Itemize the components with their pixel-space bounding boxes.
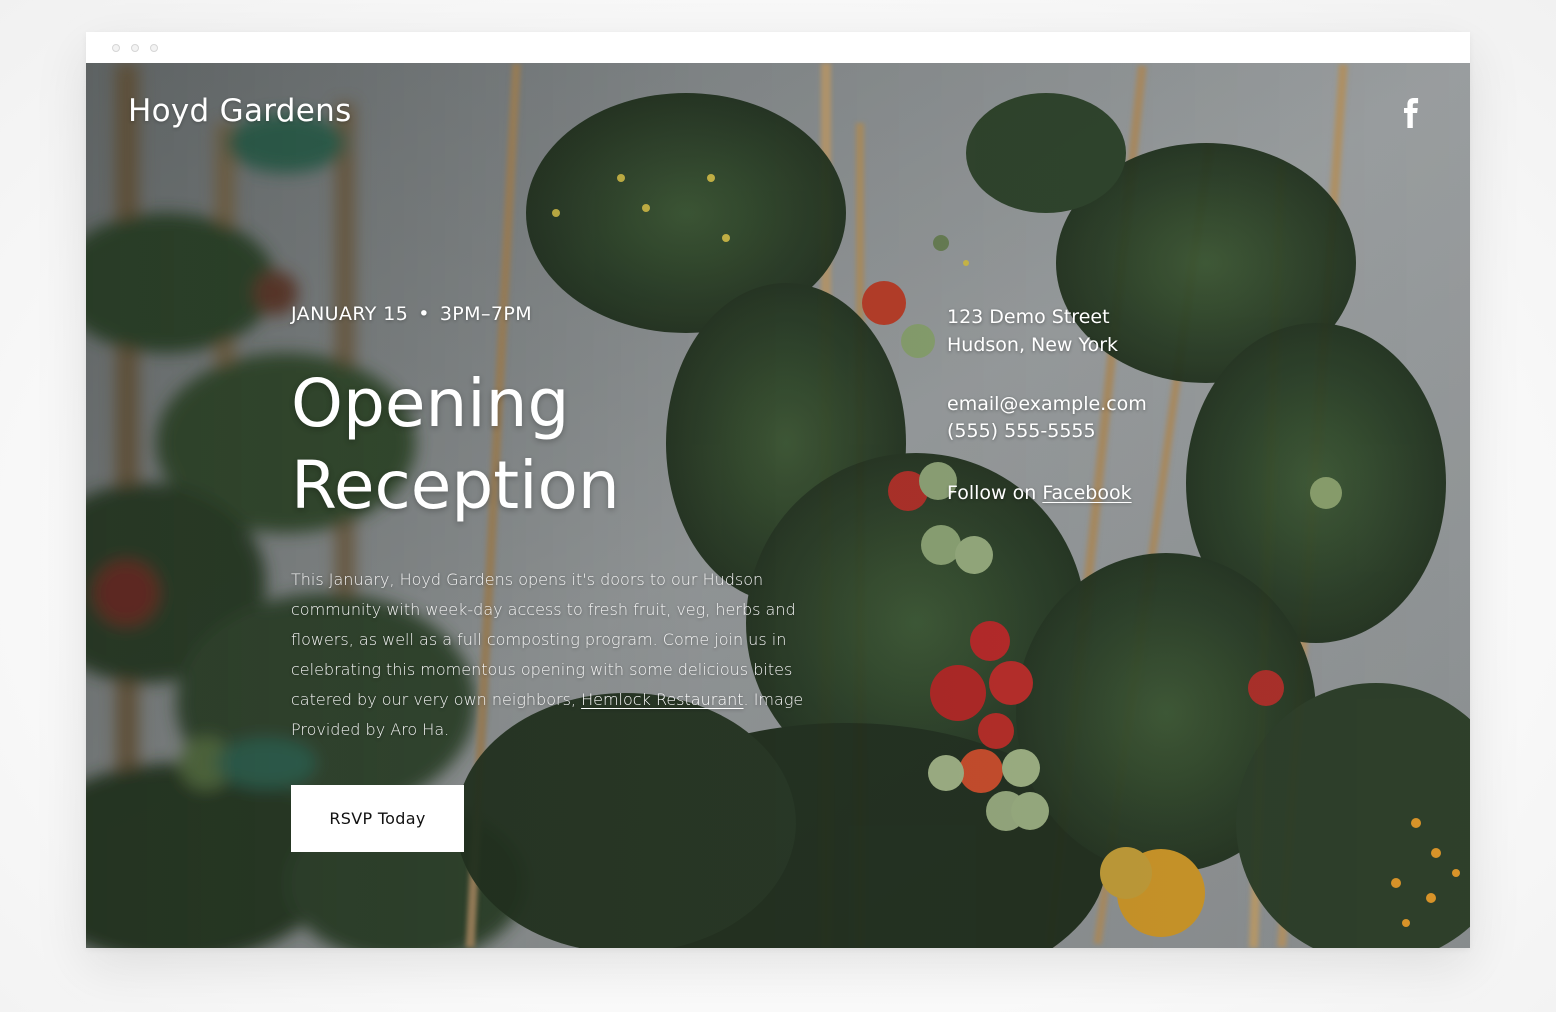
event-description: This January, Hoyd Gardens opens it's do… bbox=[291, 565, 819, 745]
contact-methods: email@example.com (555) 555-5555 bbox=[947, 391, 1307, 445]
description-text: This January, Hoyd Gardens opens it's do… bbox=[291, 570, 796, 709]
event-date: JANUARY 15 bbox=[291, 303, 409, 325]
page-background: Hoyd Gardens JANUARY 15 • 3PM–7PM Opening … bbox=[0, 0, 1556, 1012]
event-details: JANUARY 15 • 3PM–7PM Opening Reception Thi… bbox=[291, 303, 831, 852]
hemlock-restaurant-link[interactable]: Hemlock Restaurant bbox=[581, 690, 743, 709]
window-dot-icon bbox=[112, 44, 120, 52]
event-title-line-1: Opening bbox=[291, 365, 570, 442]
follow-line: Follow on Facebook bbox=[947, 479, 1307, 507]
hero-section: Hoyd Gardens JANUARY 15 • 3PM–7PM Opening … bbox=[86, 63, 1470, 948]
window-dot-icon bbox=[150, 44, 158, 52]
date-separator: • bbox=[418, 303, 430, 325]
site-title[interactable]: Hoyd Gardens bbox=[128, 93, 352, 129]
event-title-line-2: Reception bbox=[291, 447, 620, 524]
follow-prefix: Follow on bbox=[947, 482, 1043, 504]
facebook-icon[interactable] bbox=[1398, 97, 1424, 129]
contact-phone[interactable]: (555) 555-5555 bbox=[947, 418, 1307, 445]
window-dot-icon bbox=[131, 44, 139, 52]
rsvp-button[interactable]: RSVP Today bbox=[291, 785, 464, 852]
event-date-time: JANUARY 15 • 3PM–7PM bbox=[291, 303, 831, 325]
event-time: 3PM–7PM bbox=[439, 303, 532, 325]
browser-titlebar bbox=[86, 32, 1470, 64]
contact-info: 123 Demo Street Hudson, New York email@e… bbox=[947, 303, 1307, 507]
facebook-link[interactable]: Facebook bbox=[1042, 482, 1131, 504]
browser-window: Hoyd Gardens JANUARY 15 • 3PM–7PM Opening … bbox=[86, 32, 1470, 948]
address-city: Hudson, New York bbox=[947, 334, 1119, 356]
contact-email[interactable]: email@example.com bbox=[947, 391, 1307, 418]
address: 123 Demo Street Hudson, New York bbox=[947, 303, 1307, 359]
event-title: Opening Reception bbox=[291, 363, 831, 527]
address-street: 123 Demo Street bbox=[947, 306, 1110, 328]
